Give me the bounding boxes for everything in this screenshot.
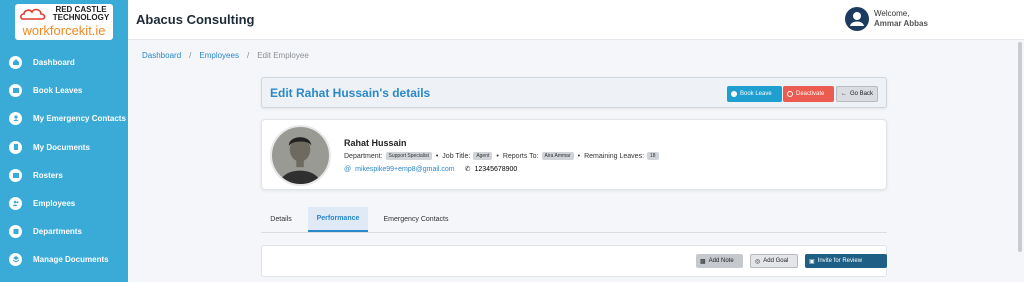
user-name: Ammar Abbas — [874, 19, 928, 28]
sidebar-item-label: Departments — [33, 226, 82, 236]
sidebar-item-label: Dashboard — [33, 57, 75, 67]
page-title-card: Edit Rahat Hussain's details Book Leave … — [261, 77, 887, 108]
logo-brand: workforcekit.ie — [22, 23, 106, 38]
go-back-button[interactable]: ← Go Back — [836, 86, 878, 102]
employee-phone: 12345678900 — [474, 165, 518, 173]
sidebar-item-emergency-contacts[interactable]: My Emergency Contacts — [0, 104, 128, 132]
breadcrumb-separator: / — [189, 51, 192, 60]
users-icon — [9, 196, 22, 210]
invite-review-label: Invite for Review — [817, 258, 863, 264]
ban-icon — [787, 91, 793, 97]
breadcrumb-separator: / — [246, 51, 250, 60]
plus-circle-icon — [731, 91, 737, 97]
calendar-icon — [9, 168, 22, 182]
deactivate-button[interactable]: Deactivate — [783, 86, 834, 102]
employee-email[interactable]: mikespike99+emp8@gmail.com — [355, 166, 455, 173]
sidebar-item-employees[interactable]: Employees — [0, 189, 128, 217]
invite-review-button[interactable]: ▣ Invite for Review — [805, 254, 887, 268]
add-note-label: Add Note — [708, 258, 734, 264]
welcome-label: Welcome, — [874, 9, 910, 18]
profile-tabs: Details Performance Emergency Contacts — [261, 207, 887, 233]
target-icon: ◎ — [755, 258, 761, 265]
sidebar-item-dashboard[interactable]: Dashboard — [0, 48, 128, 76]
sidebar: RED CASTLE TECHNOLOGY workforcekit.ie Da… — [0, 0, 128, 282]
welcome-text[interactable]: Welcome, Ammar Abbas — [874, 9, 928, 29]
breadcrumb: Dashboard / Employees / Edit Employee — [142, 51, 309, 60]
sidebar-item-label: My Documents — [33, 142, 90, 152]
department-badge: Support Specialist — [385, 152, 432, 160]
document-icon — [9, 140, 22, 154]
at-icon: @ — [344, 165, 352, 173]
separator-dot: • — [435, 152, 439, 160]
breadcrumb-employees[interactable]: Employees — [199, 51, 239, 60]
book-leave-button[interactable]: Book Leave — [727, 86, 782, 102]
invite-icon: ▣ — [809, 258, 815, 265]
company-logo[interactable]: RED CASTLE TECHNOLOGY workforcekit.ie — [15, 4, 113, 40]
calendar-icon — [9, 83, 22, 97]
deactivate-label: Deactivate — [796, 91, 825, 97]
sidebar-item-label: Book Leaves — [33, 85, 83, 95]
sidebar-item-label: My Emergency Contacts — [33, 113, 126, 123]
performance-panel: ▩ Add Note ◎ Add Goal ▣ Invite for Revie… — [261, 245, 887, 277]
remaining-leaves-label: Remaining Leaves: — [584, 152, 645, 160]
add-goal-label: Add Goal — [763, 258, 789, 264]
logo-line2: TECHNOLOGY — [52, 13, 110, 22]
separator-dot: • — [496, 152, 499, 160]
sidebar-item-manage-documents[interactable]: Manage Documents — [0, 245, 128, 273]
user-icon — [9, 111, 22, 125]
sidebar-item-book-leaves[interactable]: Book Leaves — [0, 76, 128, 104]
book-leave-label: Book Leave — [740, 91, 772, 97]
add-note-button[interactable]: ▩ Add Note — [696, 254, 743, 268]
breadcrumb-dashboard[interactable]: Dashboard — [142, 51, 181, 60]
tab-emergency-contacts[interactable]: Emergency Contacts — [376, 207, 456, 232]
employee-meta: Department: Support Specialist • Job Tit… — [344, 152, 659, 160]
sidebar-item-label: Employees — [33, 198, 76, 208]
sidebar-item-my-documents[interactable]: My Documents — [0, 133, 128, 161]
go-back-label: Go Back — [850, 91, 874, 97]
remaining-leaves-badge: 18 — [647, 152, 659, 160]
scrollbar[interactable] — [1018, 42, 1022, 252]
layers-icon — [9, 252, 22, 266]
breadcrumb-current: Edit Employee — [257, 51, 309, 60]
department-label: Department: — [344, 152, 383, 160]
add-goal-button[interactable]: ◎ Add Goal — [750, 254, 798, 268]
sidebar-item-departments[interactable]: Departments — [0, 217, 128, 245]
arrow-left-icon: ← — [841, 91, 847, 97]
home-icon — [9, 55, 22, 69]
reports-to-label: Reports To: — [502, 152, 539, 160]
tab-details[interactable]: Details — [261, 207, 301, 232]
phone-icon: ✆ — [464, 166, 471, 173]
sidebar-item-label: Manage Documents — [33, 254, 109, 264]
profile-card: Rahat Hussain Department: Support Specia… — [261, 119, 887, 190]
app-title: Abacus Consulting — [136, 12, 255, 27]
employee-contact: @ mikespike99+emp8@gmail.com ✆ 123456789… — [344, 165, 518, 174]
sidebar-item-label: Rosters — [33, 170, 63, 180]
tab-performance[interactable]: Performance — [308, 207, 368, 232]
reports-to-badge: Aira Ammar — [541, 152, 574, 160]
note-icon: ▩ — [700, 258, 706, 265]
job-title-badge: Agent — [473, 152, 493, 160]
sidebar-item-rosters[interactable]: Rosters — [0, 161, 128, 189]
user-avatar-icon[interactable] — [845, 7, 869, 31]
separator-dot: • — [577, 152, 581, 160]
profile-photo — [270, 125, 331, 186]
top-header: Abacus Consulting Welcome, Ammar Abbas — [128, 0, 1024, 40]
cloud-icon — [20, 8, 46, 20]
job-title-label: Job Title: — [442, 152, 471, 160]
page-title: Edit Rahat Hussain's details — [270, 86, 431, 100]
building-icon — [9, 224, 22, 238]
employee-name: Rahat Hussain — [344, 138, 407, 148]
